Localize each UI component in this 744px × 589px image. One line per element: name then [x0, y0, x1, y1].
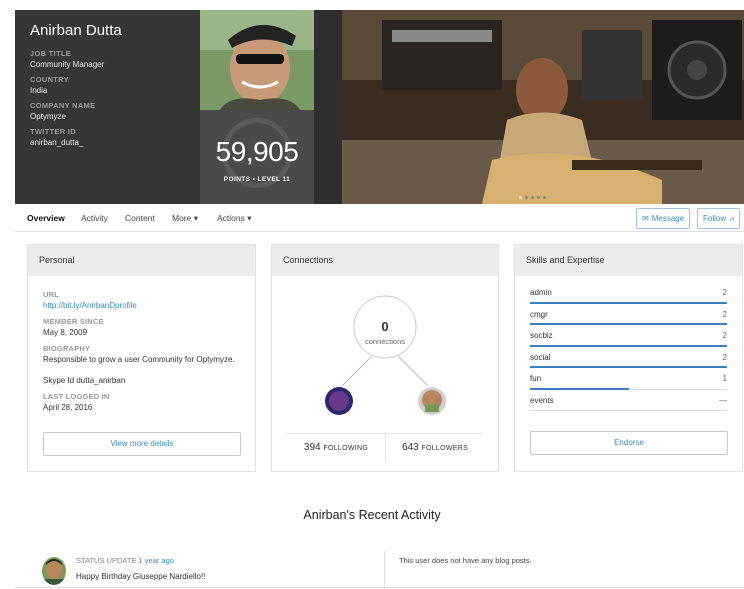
- skill-name: events: [530, 395, 554, 405]
- biography-value: Responsible to grow a user Community for…: [43, 355, 235, 364]
- personal-card: Personal URL http://bit.ly/AnirbanDprofi…: [27, 244, 256, 472]
- member-since-label: MEMBER SINCE: [43, 317, 104, 326]
- followers-label: FOLLOWERS: [421, 445, 469, 452]
- skill-row[interactable]: fun 1: [530, 368, 727, 390]
- connections-count: 0: [381, 319, 389, 334]
- profile-name: Anirban Dutta: [30, 22, 122, 39]
- country-label: COUNTRY: [30, 75, 69, 84]
- activity-type-label: STATUS UPDATE: [76, 556, 137, 565]
- skill-count: 1: [722, 374, 727, 383]
- twitter-value: anirban_dutta_: [30, 138, 84, 147]
- left-margin: [0, 0, 15, 204]
- header-spacer: [314, 10, 342, 204]
- skill-row[interactable]: socbiz 2: [530, 325, 727, 347]
- following-label: FOLLOWING: [323, 445, 369, 452]
- skills-card: Skills and Expertise admin 2 cmgr 2 socb…: [514, 244, 743, 472]
- connections-card: Connections 0 connections 394 FOLLOWING …: [271, 244, 499, 472]
- last-logged-value: April 28, 2016: [43, 403, 93, 412]
- tab-activity[interactable]: Activity: [81, 213, 108, 223]
- activity-divider: [384, 551, 385, 589]
- profile-info-panel: Anirban Dutta JOB TITLE Community Manage…: [15, 10, 200, 204]
- view-more-details-button[interactable]: View more details: [43, 432, 241, 456]
- skill-row[interactable]: events —: [530, 390, 727, 411]
- skill-name: social: [530, 352, 551, 362]
- recent-activity-title: Anirban's Recent Activity: [303, 508, 441, 522]
- avatar-column: 59,905 POINTS • LEVEL 11: [200, 10, 314, 204]
- skill-row[interactable]: social 2: [530, 347, 727, 368]
- profile-page: Anirban Dutta JOB TITLE Community Manage…: [0, 0, 744, 589]
- tab-actions[interactable]: Actions ▾: [217, 213, 252, 224]
- skype-id: Skype Id dutta_anirban: [43, 376, 126, 385]
- skill-count: 2: [722, 331, 727, 340]
- company-value: Optymyze: [30, 112, 67, 121]
- profile-url-link[interactable]: http://bit.ly/AnirbanDprofile: [43, 301, 240, 310]
- member-since-value: May 8, 2009: [43, 328, 88, 337]
- skill-count: —: [719, 395, 727, 405]
- personal-card-title: Personal: [28, 245, 255, 276]
- skill-name: cmgr: [530, 309, 548, 319]
- message-label: Message: [651, 214, 685, 223]
- skill-count: 2: [722, 309, 727, 319]
- points-box: 59,905 POINTS • LEVEL 11: [200, 110, 314, 204]
- tab-content[interactable]: Content: [125, 213, 155, 223]
- points-value: 59,905: [215, 136, 299, 167]
- skill-count: 2: [722, 288, 727, 297]
- cover-photo: [342, 10, 744, 204]
- job-title-value: Community Manager: [30, 60, 105, 69]
- follow-button[interactable]: Follow ⩘: [697, 208, 740, 229]
- skill-row[interactable]: admin 2: [530, 282, 727, 304]
- bottom-divider: [15, 587, 744, 588]
- follow-stats: 394 FOLLOWING 643 FOLLOWERS: [287, 433, 484, 462]
- skill-name: admin: [530, 288, 552, 297]
- job-title-label: JOB TITLE: [30, 49, 72, 58]
- followers-count: 643: [401, 442, 419, 453]
- profile-avatar[interactable]: [200, 10, 314, 110]
- following-stat[interactable]: 394 FOLLOWING: [287, 434, 385, 462]
- follow-pulse-icon: ⩘: [729, 213, 734, 223]
- tab-more[interactable]: More ▾: [172, 213, 198, 224]
- points-level: POINTS • LEVEL 11: [223, 176, 291, 183]
- last-logged-label: LAST LOGGED IN: [43, 392, 110, 401]
- tab-overview[interactable]: Overview: [27, 213, 65, 223]
- carousel-dots[interactable]: [519, 196, 546, 199]
- no-blog-posts-message: This user does not have any blog posts.: [399, 556, 532, 565]
- skill-name: socbiz: [530, 331, 553, 340]
- envelope-icon: ✉: [642, 214, 649, 223]
- connections-card-title: Connections: [272, 245, 498, 276]
- activity-type: STATUS UPDATE 1 year ago: [76, 556, 174, 565]
- follow-label: Follow: [703, 214, 727, 223]
- activity-time-link[interactable]: 1 year ago: [139, 556, 174, 565]
- following-count: 394: [303, 442, 321, 453]
- profile-nav: Overview Activity Content More ▾ Actions…: [15, 204, 744, 232]
- company-label: COMPANY NAME: [30, 101, 96, 110]
- skill-name: fun: [530, 374, 542, 383]
- followers-stat[interactable]: 643 FOLLOWERS: [386, 434, 484, 462]
- activity-text: Happy Birthday Giuseppe Nardiello!!: [76, 572, 206, 581]
- skill-count: 2: [722, 352, 727, 362]
- message-button[interactable]: ✉ Message: [636, 208, 691, 229]
- endorse-button[interactable]: Endorse: [530, 431, 728, 455]
- activity-avatar[interactable]: [42, 557, 66, 585]
- url-label: URL: [43, 290, 60, 299]
- biography-label: BIOGRAPHY: [43, 344, 91, 353]
- twitter-label: TWITTER ID: [30, 127, 76, 136]
- connections-graph: [325, 295, 446, 415]
- skill-row[interactable]: cmgr 2: [530, 304, 727, 325]
- country-value: India: [30, 86, 48, 95]
- profile-header: Anirban Dutta JOB TITLE Community Manage…: [15, 10, 744, 204]
- connections-label: connections: [364, 337, 406, 346]
- skills-card-title: Skills and Expertise: [515, 245, 742, 276]
